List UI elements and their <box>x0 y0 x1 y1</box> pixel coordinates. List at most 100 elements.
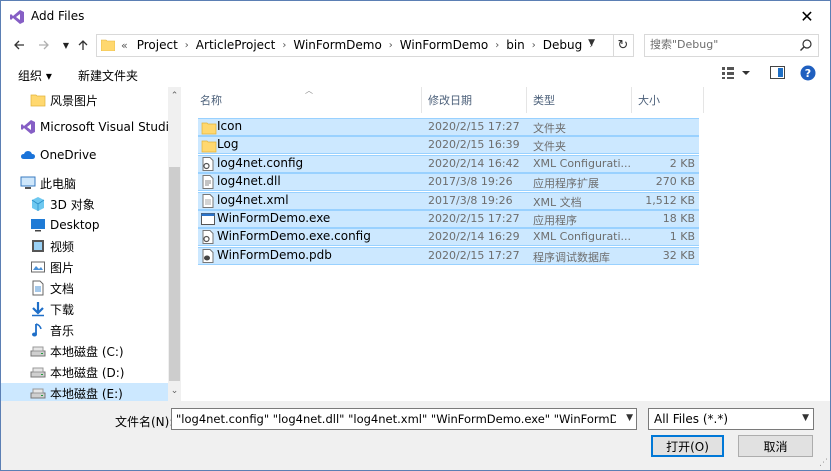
nav-item-5[interactable]: Desktop <box>1 215 168 235</box>
help-icon[interactable]: ? <box>800 65 816 81</box>
organize-button[interactable]: 组织 ▾ <box>18 67 52 84</box>
refresh-button[interactable]: ↻ <box>613 34 634 57</box>
nav-item-12[interactable]: 本地磁盘 (D:) <box>1 362 168 382</box>
visual-studio-icon <box>10 10 24 24</box>
column-header-size[interactable]: 大小 <box>632 87 704 113</box>
filename-combobox[interactable]: "log4net.config" "log4net.dll" "log4net.… <box>171 408 637 430</box>
file-date: 2020/2/14 16:29 <box>428 230 520 244</box>
scrollbar-thumb[interactable] <box>169 167 180 381</box>
computer-icon <box>20 175 36 191</box>
file-type-select[interactable]: All Files (*.*) ▼ <box>648 408 814 430</box>
column-header-type[interactable]: 类型 <box>527 87 632 113</box>
download-icon <box>30 301 46 317</box>
chevron-right-icon[interactable]: › <box>493 40 501 51</box>
file-row-winformdemo-exe-config[interactable]: WinFormDemo.exe.config 2020/2/14 16:29 XML… <box>198 228 699 247</box>
nav-item-13[interactable]: 本地磁盘 (E:) <box>1 383 168 401</box>
xml-file-icon <box>201 193 215 208</box>
cube-icon <box>30 196 46 212</box>
view-options-icon[interactable] <box>722 66 750 80</box>
pdb-file-icon <box>201 248 215 263</box>
drive-icon <box>30 343 46 359</box>
drive-icon <box>30 385 46 401</box>
file-type-value: All Files (*.*) <box>654 412 729 426</box>
recent-locations-button[interactable]: ▼ <box>57 36 75 54</box>
file-row-log[interactable]: Log 2020/2/15 16:39 文件夹 <box>198 136 699 155</box>
file-date: 2020/2/14 16:42 <box>428 156 520 170</box>
forward-button[interactable] <box>35 36 53 54</box>
title-bar: Add Files ✕ <box>1 1 830 32</box>
nav-item-label: 图片 <box>50 260 75 275</box>
column-header-name[interactable]: 名称 <box>194 87 422 113</box>
nav-item-9[interactable]: 下载 <box>1 299 168 319</box>
nav-item-10[interactable]: 音乐 <box>1 320 168 340</box>
close-button[interactable]: ✕ <box>784 1 830 32</box>
address-bar[interactable]: « Project › ArticleProject › WinFormDemo… <box>96 34 614 57</box>
filename-label: 文件名(N): <box>115 415 174 429</box>
navigation-bar: ▼ « Project › ArticleProject › WinFormDe… <box>1 32 830 58</box>
resize-grip-icon[interactable]: ⋰ <box>819 458 828 468</box>
file-size: 1,512 KB <box>645 193 695 207</box>
file-row-log4net-dll[interactable]: log4net.dll 2017/3/8 19:26 应用程序扩展 270 KB <box>198 173 699 192</box>
column-size-label: 大小 <box>638 94 660 107</box>
file-row-log4net-config[interactable]: log4net.config 2020/2/14 16:42 XML Configu… <box>198 154 699 173</box>
file-type: XML Configurati... <box>533 230 632 244</box>
preview-pane-icon[interactable] <box>770 66 785 79</box>
file-name: log4net.dll <box>217 174 281 189</box>
breadcrumb-winformdemo-inner[interactable]: WinFormDemo <box>395 38 493 52</box>
new-folder-button[interactable]: 新建文件夹 <box>78 67 138 84</box>
config-file-icon <box>201 230 215 245</box>
file-row-log4net-xml[interactable]: log4net.xml 2017/3/8 19:26 XML 文档 1,512 KB <box>198 191 699 210</box>
music-icon <box>30 322 46 338</box>
arrow-up-icon <box>78 40 88 50</box>
breadcrumb: « Project › ArticleProject › WinFormDemo… <box>119 38 595 52</box>
file-type: XML 文档 <box>533 195 582 209</box>
file-date: 2020/2/15 17:27 <box>428 248 520 262</box>
nav-item-2[interactable]: OneDrive <box>1 145 168 165</box>
chevron-right-icon[interactable]: › <box>183 40 191 51</box>
nav-item-11[interactable]: 本地磁盘 (C:) <box>1 341 168 361</box>
file-date: 2017/3/8 19:26 <box>428 175 513 189</box>
close-icon: ✕ <box>800 7 814 26</box>
file-row-winformdemo-exe[interactable]: WinFormDemo.exe 2020/2/15 17:27 应用程序 18 KB <box>198 210 699 228</box>
chevron-right-icon[interactable]: › <box>530 40 538 51</box>
scroll-up-icon[interactable]: ⌃ <box>168 91 181 101</box>
file-row-winformdemo-pdb[interactable]: WinFormDemo.pdb 2020/2/15 17:27 程序调试数据库 32 … <box>198 246 699 265</box>
up-button[interactable] <box>74 36 92 54</box>
breadcrumb-project[interactable]: Project <box>132 38 183 52</box>
file-type: XML Configurati... <box>533 156 632 170</box>
scroll-down-icon[interactable]: ⌄ <box>168 386 181 396</box>
back-button[interactable] <box>10 36 28 54</box>
file-row-icon[interactable]: Icon 2020/2/15 17:27 文件夹 <box>198 118 699 136</box>
open-button[interactable]: 打开(O) <box>651 435 724 457</box>
address-dropdown-icon[interactable]: ▼ <box>588 38 595 48</box>
chevron-right-icon[interactable]: › <box>387 40 395 51</box>
breadcrumb-overflow[interactable]: « <box>119 39 132 52</box>
column-header-date[interactable]: 修改日期 <box>422 87 527 113</box>
nav-item-7[interactable]: 图片 <box>1 257 168 277</box>
file-size: 18 KB <box>662 212 695 225</box>
breadcrumb-debug[interactable]: Debug <box>538 38 587 52</box>
chevron-right-icon[interactable]: › <box>280 40 288 51</box>
bottom-panel: 文件名(N): "log4net.config" "log4net.dll" "… <box>1 401 830 470</box>
search-input[interactable] <box>645 35 800 54</box>
search-box[interactable] <box>644 34 819 57</box>
breadcrumb-winformdemo[interactable]: WinFormDemo <box>288 38 386 52</box>
folder-icon <box>101 39 115 51</box>
nav-item-4[interactable]: 3D 对象 <box>1 194 168 214</box>
breadcrumb-bin[interactable]: bin <box>501 38 530 52</box>
video-icon <box>30 238 46 254</box>
filename-input[interactable]: "log4net.config" "log4net.dll" "log4net.… <box>176 412 616 426</box>
nav-item-1[interactable]: Microsoft Visual Studio 2 <box>1 117 181 137</box>
folder-icon <box>30 92 46 108</box>
arrow-left-icon <box>14 40 24 50</box>
search-icon <box>800 39 812 51</box>
chevron-down-icon[interactable]: ▼ <box>626 413 633 423</box>
file-name: Icon <box>217 119 243 133</box>
nav-item-8[interactable]: 文档 <box>1 278 168 298</box>
nav-item-6[interactable]: 视频 <box>1 236 168 256</box>
breadcrumb-articleproject[interactable]: ArticleProject <box>191 38 281 52</box>
nav-item-3[interactable]: 此电脑 <box>1 173 168 193</box>
nav-item-0[interactable]: 风景图片 <box>1 90 168 110</box>
cancel-button[interactable]: 取消 <box>738 435 813 457</box>
chevron-down-icon[interactable]: ▼ <box>802 413 809 423</box>
